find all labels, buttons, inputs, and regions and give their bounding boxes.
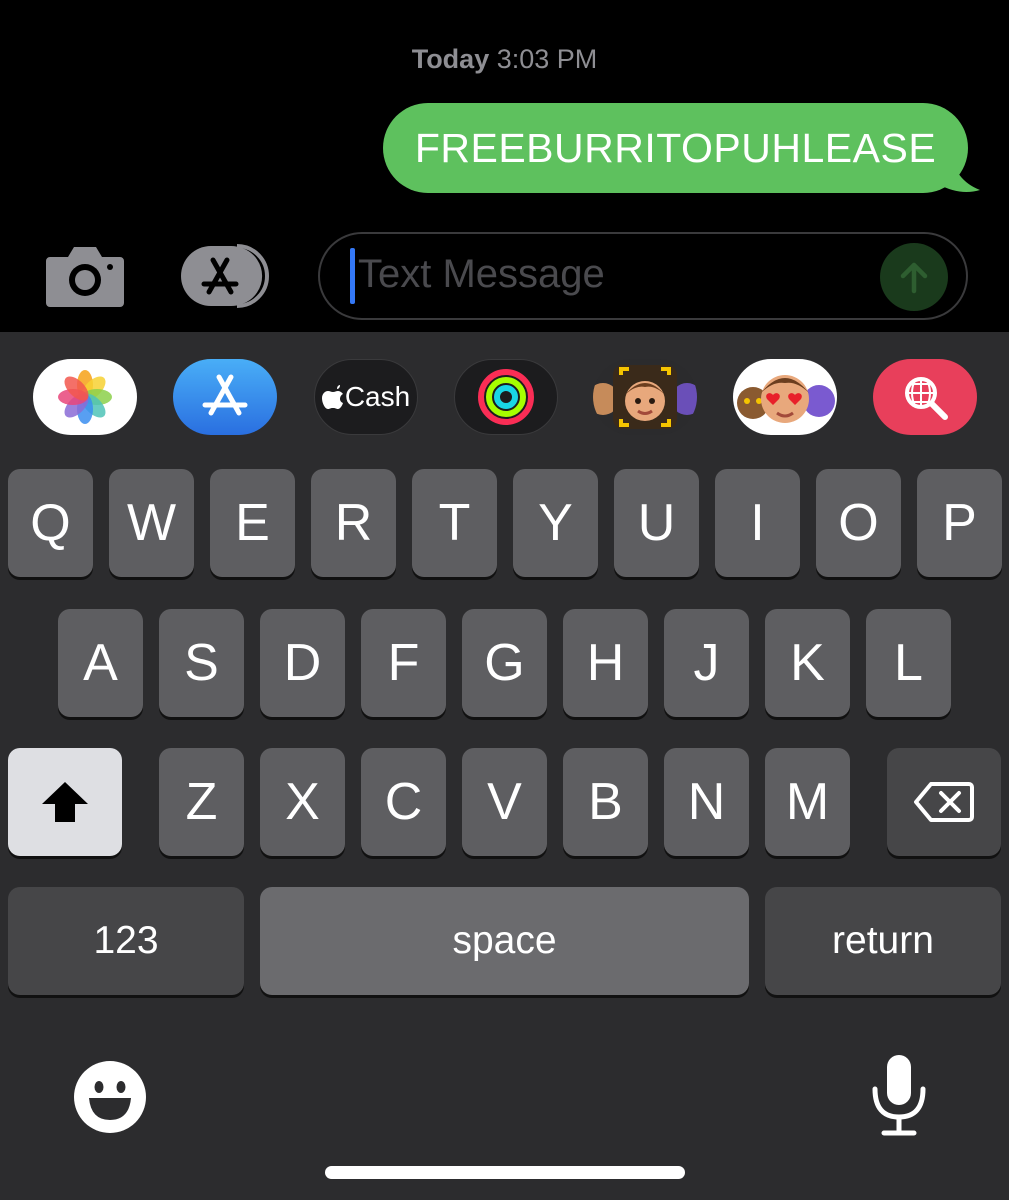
timestamp-time: 3:03 PM: [496, 44, 598, 74]
globe-search-icon: [905, 377, 948, 420]
message-timestamp: Today 3:03 PM: [0, 44, 1009, 75]
key-p[interactable]: P: [917, 469, 1002, 577]
emoji-smiley-icon[interactable]: [73, 1060, 147, 1134]
activity-rings-icon: [478, 369, 534, 425]
memoji-stickers-app-button[interactable]: [733, 359, 837, 435]
key-f[interactable]: F: [361, 609, 446, 717]
shift-key[interactable]: [8, 748, 122, 856]
photos-app-button[interactable]: [33, 359, 137, 435]
input-placeholder: Text Message: [358, 252, 605, 296]
memoji-stickers-icon: [737, 375, 835, 423]
return-key[interactable]: return: [765, 887, 1001, 995]
camera-icon[interactable]: [44, 243, 126, 309]
delete-key[interactable]: [887, 748, 1001, 856]
key-t[interactable]: T: [412, 469, 497, 577]
key-z[interactable]: Z: [159, 748, 244, 856]
key-x[interactable]: X: [260, 748, 345, 856]
delete-backspace-icon: [914, 782, 974, 822]
key-i[interactable]: I: [715, 469, 800, 577]
key-h[interactable]: H: [563, 609, 648, 717]
key-v[interactable]: V: [462, 748, 547, 856]
send-button[interactable]: [880, 243, 948, 311]
memoji-icon: [593, 365, 697, 429]
sent-message-bubble[interactable]: FREEBURRITOPUHLEASE: [383, 103, 968, 193]
key-u[interactable]: U: [614, 469, 699, 577]
photos-icon: [58, 370, 112, 424]
key-r[interactable]: R: [311, 469, 396, 577]
activity-app-button[interactable]: [454, 359, 558, 435]
home-indicator[interactable]: [325, 1166, 685, 1179]
memoji-app-button[interactable]: [593, 359, 697, 435]
space-key[interactable]: space: [260, 887, 749, 995]
key-k[interactable]: K: [765, 609, 850, 717]
key-b[interactable]: B: [563, 748, 648, 856]
apple-cash-app-button[interactable]: Cash: [314, 359, 418, 435]
key-w[interactable]: W: [109, 469, 194, 577]
key-l[interactable]: L: [866, 609, 951, 717]
key-c[interactable]: C: [361, 748, 446, 856]
key-q[interactable]: Q: [8, 469, 93, 577]
timestamp-day: Today: [411, 44, 490, 74]
microphone-icon[interactable]: [868, 1053, 930, 1139]
keyboard: Cash Q W E R T Y U I O P A S D F G H J K…: [0, 332, 1009, 1200]
image-search-app-button[interactable]: [873, 359, 977, 435]
numbers-key[interactable]: 123: [8, 887, 244, 995]
key-o[interactable]: O: [816, 469, 901, 577]
app-store-icon: [202, 374, 248, 416]
key-e[interactable]: E: [210, 469, 295, 577]
key-d[interactable]: D: [260, 609, 345, 717]
key-s[interactable]: S: [159, 609, 244, 717]
key-y[interactable]: Y: [513, 469, 598, 577]
app-store-icon[interactable]: [179, 244, 277, 308]
app-drawer: Cash: [0, 359, 1009, 437]
conversation-area: Today 3:03 PM FREEBURRITOPUHLEASE Text M…: [0, 0, 1009, 332]
text-caret: [350, 248, 355, 304]
key-a[interactable]: A: [58, 609, 143, 717]
app-store-app-button[interactable]: [173, 359, 277, 435]
key-n[interactable]: N: [664, 748, 749, 856]
shift-arrow-icon: [42, 782, 88, 822]
key-g[interactable]: G: [462, 609, 547, 717]
key-j[interactable]: J: [664, 609, 749, 717]
apple-logo-icon: [321, 385, 343, 409]
key-m[interactable]: M: [765, 748, 850, 856]
text-message-input[interactable]: Text Message: [318, 232, 968, 320]
arrow-up-icon: [900, 262, 928, 294]
apple-cash-label: Cash: [344, 381, 411, 412]
